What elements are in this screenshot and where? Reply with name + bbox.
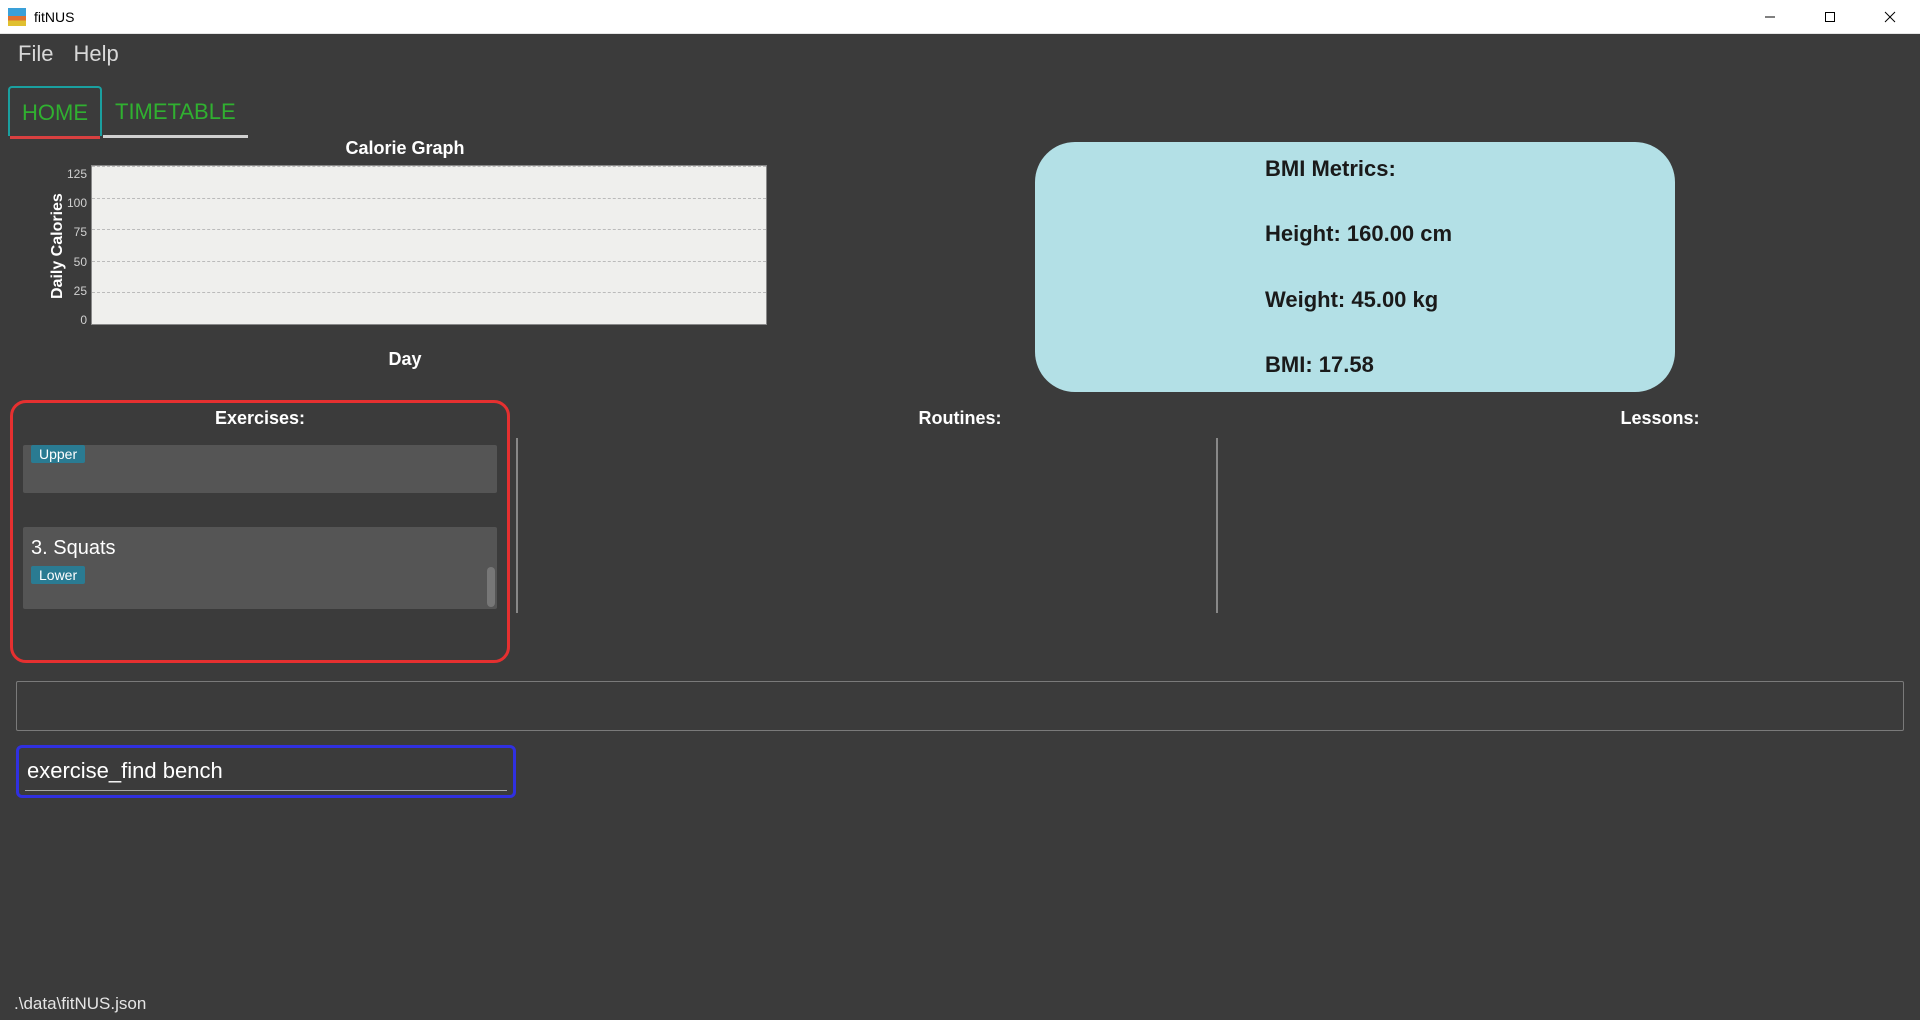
maximize-button[interactable]: [1800, 0, 1860, 34]
panels-body: Upper 3. Squats Lower: [10, 438, 1910, 663]
command-area: [16, 745, 1904, 798]
ytick: 0: [67, 313, 87, 327]
result-display: [16, 681, 1904, 731]
app-body: File Help HOME TIMETABLE Calorie Graph D…: [0, 34, 1920, 1020]
chart-title: Calorie Graph: [345, 138, 464, 159]
bmi-weight: Weight: 45.00 kg: [1265, 287, 1655, 313]
menu-help[interactable]: Help: [73, 41, 118, 67]
list-item[interactable]: Upper: [23, 445, 497, 493]
window-controls: [1740, 0, 1920, 34]
command-input-highlight: [16, 745, 516, 798]
bmi-title: BMI Metrics:: [1265, 156, 1655, 182]
exercise-name: 3. Squats: [31, 537, 489, 560]
status-bar-path: .\data\fitNUS.json: [10, 986, 1910, 1020]
list-item[interactable]: 3. Squats Lower: [23, 527, 497, 609]
title-bar: fitNUS: [0, 0, 1920, 34]
minimize-button[interactable]: [1740, 0, 1800, 34]
lessons-panel: [1224, 438, 1910, 663]
content-area: Calorie Graph Daily Calories 125 100 75 …: [0, 136, 1920, 1020]
chart-ylabel: Daily Calories: [43, 165, 67, 327]
calorie-chart: Calorie Graph Daily Calories 125 100 75 …: [10, 142, 800, 400]
app-icon: [8, 8, 26, 26]
menu-bar: File Help: [0, 34, 1920, 74]
close-button[interactable]: [1860, 0, 1920, 34]
exercise-tag: Upper: [31, 445, 85, 463]
bmi-metrics-card: BMI Metrics: Height: 160.00 cm Weight: 4…: [1035, 142, 1675, 392]
window-title: fitNUS: [34, 9, 74, 25]
ytick: 125: [67, 167, 87, 181]
menu-file[interactable]: File: [18, 41, 53, 67]
panel-divider: [516, 438, 518, 613]
lessons-title: Lessons:: [1410, 404, 1910, 433]
panel-divider: [1216, 438, 1218, 613]
command-input[interactable]: [25, 752, 507, 791]
tab-timetable[interactable]: TIMETABLE: [102, 86, 249, 136]
chart-yticks: 125 100 75 50 25 0: [67, 167, 91, 327]
ytick: 50: [67, 255, 87, 269]
ytick: 25: [67, 284, 87, 298]
exercise-tag: Lower: [31, 566, 85, 584]
ytick: 75: [67, 225, 87, 239]
chart-plot-area: [91, 165, 767, 325]
routines-title: Routines:: [510, 404, 1410, 433]
ytick: 100: [67, 196, 87, 210]
tab-bar: HOME TIMETABLE: [0, 74, 1920, 136]
top-row: Calorie Graph Daily Calories 125 100 75 …: [10, 142, 1910, 400]
chart-xlabel: Day: [388, 349, 421, 370]
bmi-height: Height: 160.00 cm: [1265, 221, 1655, 247]
bmi-value: BMI: 17.58: [1265, 352, 1655, 378]
scrollbar-thumb[interactable]: [487, 567, 495, 607]
routines-panel: [524, 438, 1210, 663]
exercises-list[interactable]: Upper 3. Squats Lower: [19, 441, 501, 621]
tab-home[interactable]: HOME: [8, 86, 102, 136]
exercises-panel-highlight: Upper 3. Squats Lower: [10, 400, 510, 663]
